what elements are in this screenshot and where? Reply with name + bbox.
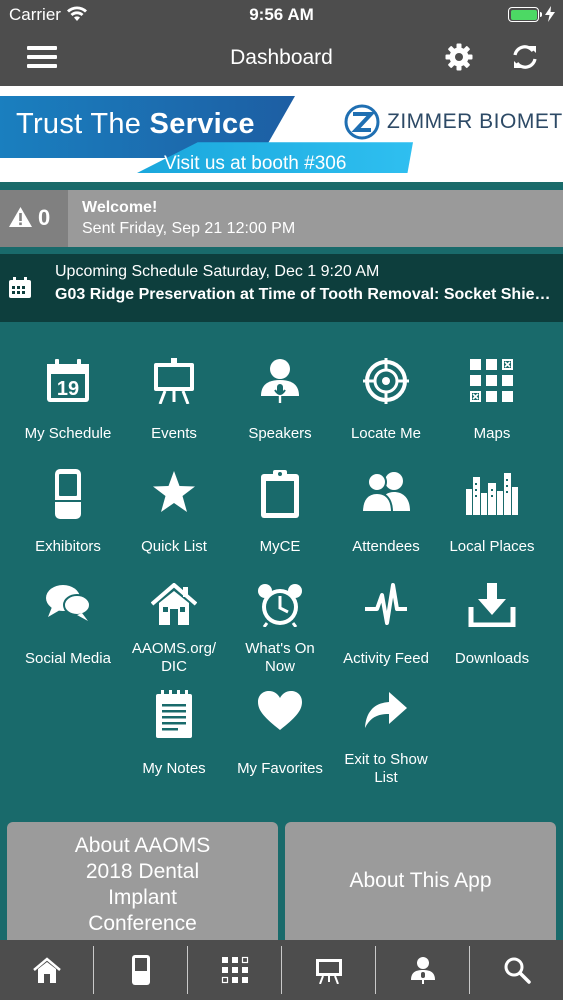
pulse-icon bbox=[365, 583, 407, 625]
page-title: Dashboard bbox=[230, 46, 333, 69]
tile-quick-list[interactable]: Quick List bbox=[120, 469, 228, 555]
tile-my-favorites[interactable]: My Favorites bbox=[226, 690, 334, 777]
tile-label: Exit to Show List bbox=[344, 751, 428, 786]
alert-title: Welcome! bbox=[82, 199, 158, 216]
tile-whats-on-now[interactable]: What's On Now bbox=[226, 583, 334, 675]
about-conference-button[interactable]: About AAOMS 2018 Dental Implant Conferen… bbox=[7, 822, 278, 940]
tile-local-places[interactable]: Local Places bbox=[438, 469, 546, 555]
easel-icon bbox=[154, 358, 194, 404]
clock: 9:56 AM bbox=[249, 5, 314, 24]
tile-label: What's On Now bbox=[245, 640, 315, 675]
tile-label: MyCE bbox=[259, 538, 301, 555]
schedule-session-title: G03 Ridge Preservation at Time of Tooth … bbox=[55, 286, 553, 303]
tile-label: Locate Me bbox=[350, 425, 422, 442]
tile-label: Activity Feed bbox=[343, 650, 429, 667]
tile-label: Local Places bbox=[449, 538, 535, 555]
sponsor-name: ZIMMER BIOMET bbox=[387, 110, 563, 133]
tile-downloads[interactable]: Downloads bbox=[438, 583, 546, 667]
heart-icon bbox=[258, 691, 302, 730]
download-icon bbox=[468, 583, 516, 627]
tile-label: Downloads bbox=[454, 650, 530, 667]
alerts-row[interactable]: 0 Welcome! Sent Friday, Sep 21 12:00 PM bbox=[0, 190, 563, 247]
skyline-icon bbox=[466, 473, 518, 515]
zimmer-biomet-logo bbox=[344, 104, 380, 140]
speaker-icon bbox=[261, 359, 299, 403]
bottom-tab-bar bbox=[0, 940, 563, 1000]
kiosk-icon bbox=[55, 469, 81, 519]
banner-subline: Visit us at booth #306 bbox=[164, 153, 347, 174]
about-app-label: About This App bbox=[349, 869, 492, 892]
tile-my-notes[interactable]: My Notes bbox=[120, 690, 228, 777]
tab-home[interactable] bbox=[0, 946, 94, 994]
tile-label: My Notes bbox=[142, 760, 206, 777]
tab-events[interactable] bbox=[282, 946, 376, 994]
tab-search[interactable] bbox=[470, 946, 563, 994]
tile-label: Quick List bbox=[141, 538, 207, 555]
tile-label: My Favorites bbox=[237, 760, 323, 777]
tile-activity-feed[interactable]: Activity Feed bbox=[332, 583, 440, 667]
tab-exhibitors[interactable] bbox=[94, 946, 188, 994]
chat-bubbles-icon bbox=[46, 585, 91, 621]
share-arrow-icon bbox=[365, 692, 407, 728]
tile-myce[interactable]: MyCE bbox=[226, 469, 334, 555]
charging-bolt-icon bbox=[545, 6, 555, 22]
schedule-heading: Upcoming Schedule Saturday, Dec 1 9:20 A… bbox=[55, 263, 380, 280]
tile-label: My Schedule bbox=[24, 425, 112, 442]
status-bar: Carrier 9:56 AM bbox=[0, 0, 563, 30]
sponsor-banner[interactable]: Trust The Service Visit us at booth #306… bbox=[0, 86, 563, 186]
tile-attendees[interactable]: Attendees bbox=[332, 469, 440, 555]
settings-button[interactable] bbox=[444, 42, 474, 72]
tile-exhibitors[interactable]: Exhibitors bbox=[14, 469, 122, 555]
alert-timestamp: Sent Friday, Sep 21 12:00 PM bbox=[82, 220, 296, 237]
about-app-button[interactable]: About This App bbox=[285, 822, 556, 940]
tile-label: Social Media bbox=[25, 650, 111, 667]
alert-counter: 0 bbox=[0, 190, 68, 247]
refresh-button[interactable] bbox=[510, 42, 540, 72]
tile-label: Events bbox=[151, 425, 197, 442]
tab-speakers[interactable] bbox=[376, 946, 470, 994]
refresh-icon bbox=[513, 45, 537, 69]
star-icon bbox=[153, 471, 195, 512]
tile-label: Maps bbox=[473, 425, 511, 442]
banner-headline: Trust The Service bbox=[16, 108, 255, 140]
easel-icon bbox=[315, 959, 342, 984]
about-conference-label: About AAOMS 2018 Dental Implant Conferen… bbox=[74, 834, 211, 935]
alarm-clock-icon bbox=[258, 584, 302, 627]
tile-maps[interactable]: Maps bbox=[438, 358, 546, 442]
tile-my-schedule[interactable]: 19 My Schedule bbox=[14, 358, 122, 442]
kiosk-icon bbox=[131, 955, 150, 985]
search-icon bbox=[504, 957, 531, 984]
warning-icon bbox=[9, 207, 32, 227]
tile-label: Attendees bbox=[352, 538, 420, 555]
clipboard-icon bbox=[261, 470, 299, 518]
tile-social-media[interactable]: Social Media bbox=[14, 583, 122, 667]
svg-text:19: 19 bbox=[57, 378, 79, 400]
home-icon bbox=[32, 957, 61, 983]
battery-icon bbox=[508, 7, 539, 22]
map-grid-icon bbox=[470, 359, 513, 402]
calendar-icon: 19 bbox=[47, 359, 89, 402]
tab-maps[interactable] bbox=[188, 946, 282, 994]
tile-label: Exhibitors bbox=[35, 538, 101, 555]
tile-events[interactable]: Events bbox=[120, 358, 228, 442]
tile-label: Speakers bbox=[248, 425, 312, 442]
tile-locate-me[interactable]: Locate Me bbox=[332, 358, 440, 442]
map-grid-icon bbox=[221, 956, 248, 984]
notepad-icon bbox=[156, 690, 192, 738]
people-icon bbox=[360, 472, 410, 513]
nav-bar: Dashboard bbox=[0, 30, 563, 86]
tile-exit-to-show-list[interactable]: Exit to Show List bbox=[332, 690, 440, 786]
target-icon bbox=[363, 358, 409, 404]
alert-count: 0 bbox=[38, 205, 51, 230]
tile-aaoms-dic[interactable]: AAOMS.org/DIC bbox=[120, 583, 228, 675]
tile-speakers[interactable]: Speakers bbox=[226, 358, 334, 442]
speaker-icon bbox=[410, 957, 435, 984]
house-icon bbox=[151, 583, 197, 625]
tile-label: AAOMS.org/DIC bbox=[131, 640, 217, 675]
calendar-small-icon bbox=[9, 277, 31, 298]
